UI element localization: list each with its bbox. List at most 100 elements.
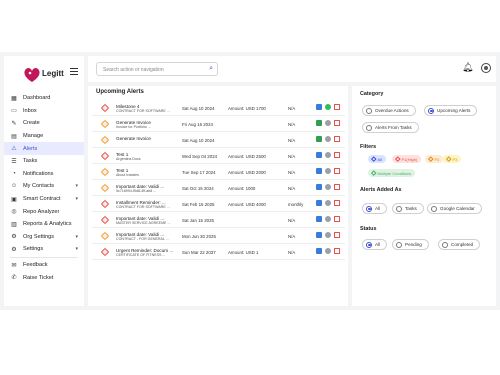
sidebar-item-reports-analytics[interactable]: ▥ Reports & Analytics — [4, 218, 84, 231]
search-input[interactable]: Search action or navigation ⌕ — [96, 62, 218, 76]
check-icon[interactable] — [325, 200, 331, 206]
sidebar-item-label: Manage — [23, 133, 44, 140]
alert-row[interactable]: Important date: Validi ... MASTER SERVICE… — [92, 212, 345, 228]
delete-icon[interactable] — [334, 168, 340, 174]
alert-row[interactable]: Milestone 4 CONTRACT FOR SOFTWARE ... Sat … — [92, 100, 345, 116]
chevron-down-icon[interactable]: ▾ — [75, 246, 78, 252]
calendar-icon[interactable] — [316, 104, 322, 110]
sidebar-item-label: Inbox — [23, 107, 37, 114]
sidebar-item-raise-ticket[interactable]: ✆ Raise Ticket — [4, 271, 84, 284]
sidebar-item-my-contacts[interactable]: ☺ My Contacts ▾ — [4, 180, 84, 193]
sidebar-item-label: Smart Contract — [23, 196, 61, 203]
sidebar-item-settings[interactable]: ⚙ Settings ▾ — [4, 243, 84, 256]
sidebar-item-org-settings[interactable]: ⚙ Org Settings ▾ — [4, 231, 84, 244]
radio-label: Google Calendar — [440, 206, 475, 211]
filter-chip-label: P2 — [434, 156, 440, 162]
check-icon[interactable] — [325, 232, 331, 238]
sidebar-item-feedback[interactable]: ✉ Feedback — [4, 259, 84, 272]
category-option-alerts-from-tasks[interactable]: Alerts From Tasks — [362, 122, 419, 133]
delete-icon[interactable] — [334, 216, 340, 222]
check-icon[interactable] — [325, 104, 331, 110]
priority-icon — [100, 103, 110, 112]
alert-row[interactable]: Important date: Validi ... 5c718994-f5d8-… — [92, 180, 345, 196]
menu-toggle-icon[interactable] — [70, 68, 78, 76]
calendar-icon[interactable] — [316, 168, 322, 174]
inbox-icon: ▭ — [11, 108, 17, 115]
sidebar-item-smart-contract[interactable]: ▣ Smart Contract ▾ — [4, 193, 84, 206]
sidebar-item-manage[interactable]: ▤ Manage — [4, 130, 84, 143]
status-option-pending[interactable]: Pending — [392, 239, 429, 250]
delete-icon[interactable] — [334, 184, 340, 190]
category-option-upcoming-alerts[interactable]: Upcoming Alerts — [424, 105, 478, 116]
radio-icon — [396, 241, 402, 248]
category-option-overdue-actions[interactable]: Overdue Actions — [362, 105, 416, 116]
status-option-all[interactable]: All — [362, 239, 388, 250]
contract-icon: ▣ — [11, 196, 17, 203]
radio-icon — [396, 205, 402, 212]
org-icon: ⚙ — [11, 234, 17, 241]
calendar-icon[interactable] — [316, 136, 322, 142]
filter-chip-p1-high[interactable]: P1(High) — [392, 155, 422, 163]
check-icon[interactable] — [325, 152, 331, 158]
check-icon[interactable] — [325, 248, 331, 254]
row-actions — [316, 232, 346, 240]
edit-icon: ✎ — [11, 120, 17, 127]
delete-icon[interactable] — [334, 136, 340, 142]
status-option-completed[interactable]: Completed — [438, 239, 481, 250]
delete-icon[interactable] — [334, 232, 340, 238]
sidebar-item-inbox[interactable]: ▭ Inbox — [4, 105, 84, 118]
delete-icon[interactable] — [334, 200, 340, 206]
calendar-icon[interactable] — [316, 200, 322, 206]
calendar-icon[interactable] — [316, 120, 322, 126]
check-icon[interactable] — [325, 136, 331, 142]
alert-row[interactable]: Urgent Reminder: Docum ... CERTIFICATE OF… — [92, 244, 345, 260]
calendar-icon[interactable] — [316, 232, 322, 238]
calendar-icon[interactable] — [316, 184, 322, 190]
check-icon[interactable] — [325, 184, 331, 190]
alert-title: Generate Invoice — [116, 135, 151, 141]
sidebar-item-tasks[interactable]: ☰ Tasks — [4, 155, 84, 168]
bell-icon[interactable]: 🔔︎ — [462, 62, 473, 73]
priority-icon — [100, 119, 110, 128]
filter-chip-all[interactable]: All — [368, 155, 386, 163]
alert-row[interactable]: Test 1 Argentina Docs Wed Sep 04 2024 Amoun… — [92, 148, 345, 164]
alert-row[interactable]: Test 1 About Instates Tue Sep 17 2024 Amoun… — [92, 164, 345, 180]
delete-icon[interactable] — [334, 120, 340, 126]
delete-icon[interactable] — [334, 152, 340, 158]
calendar-icon[interactable] — [316, 152, 322, 158]
radio-icon — [431, 205, 437, 212]
calendar-icon[interactable] — [316, 216, 322, 222]
check-icon[interactable] — [325, 216, 331, 222]
check-icon[interactable] — [325, 168, 331, 174]
sidebar-item-alerts[interactable]: ⚠ Alerts — [4, 142, 84, 155]
filter-chip-p2[interactable]: P2 — [425, 155, 444, 163]
chevron-down-icon[interactable]: ▾ — [75, 234, 78, 240]
calendar-icon[interactable] — [316, 248, 322, 254]
added-as-option-all[interactable]: All — [362, 203, 388, 214]
alert-date: Sat Aug 10 2024 — [182, 106, 215, 111]
row-actions — [316, 216, 346, 224]
filter-chip-multiple-conditions[interactable]: Multiple Conditions — [368, 169, 416, 177]
sidebar-item-repo-analyzer[interactable]: ◎ Repo Analyzer — [4, 205, 84, 218]
search-icon[interactable]: ⌕ — [209, 65, 213, 73]
added-as-option-google-calendar[interactable]: Google Calendar — [427, 203, 482, 214]
sidebar-item-notifications[interactable]: ◔ Notifications — [4, 168, 84, 181]
delete-icon[interactable] — [334, 248, 340, 254]
alert-row[interactable]: Generate Invoice Invoice for Portfolio ..… — [92, 116, 345, 132]
alert-row[interactable]: Installment Reminder: ... CONTRACT FOR SO… — [92, 196, 345, 212]
alert-subtitle: About Instates — [116, 172, 139, 177]
check-icon[interactable] — [325, 120, 331, 126]
radio-icon — [366, 241, 372, 248]
filter-chip-p3[interactable]: P3 — [443, 155, 462, 163]
row-actions — [316, 136, 346, 144]
alert-row[interactable]: Important date: Validi ... CONTRACT - FOR… — [92, 228, 345, 244]
added-as-option-tasks[interactable]: Tasks — [392, 203, 424, 214]
avatar[interactable] — [481, 63, 491, 73]
chevron-down-icon[interactable]: ▾ — [75, 183, 78, 189]
chevron-down-icon[interactable]: ▾ — [75, 196, 78, 202]
alert-frequency: N/A — [288, 218, 296, 223]
sidebar-item-dashboard[interactable]: ▦ Dashboard — [4, 92, 84, 105]
alert-row[interactable]: Generate Invoice Sat Aug 10 2024 N/A — [92, 132, 345, 148]
delete-icon[interactable] — [334, 104, 340, 110]
sidebar-item-create[interactable]: ✎ Create — [4, 117, 84, 130]
